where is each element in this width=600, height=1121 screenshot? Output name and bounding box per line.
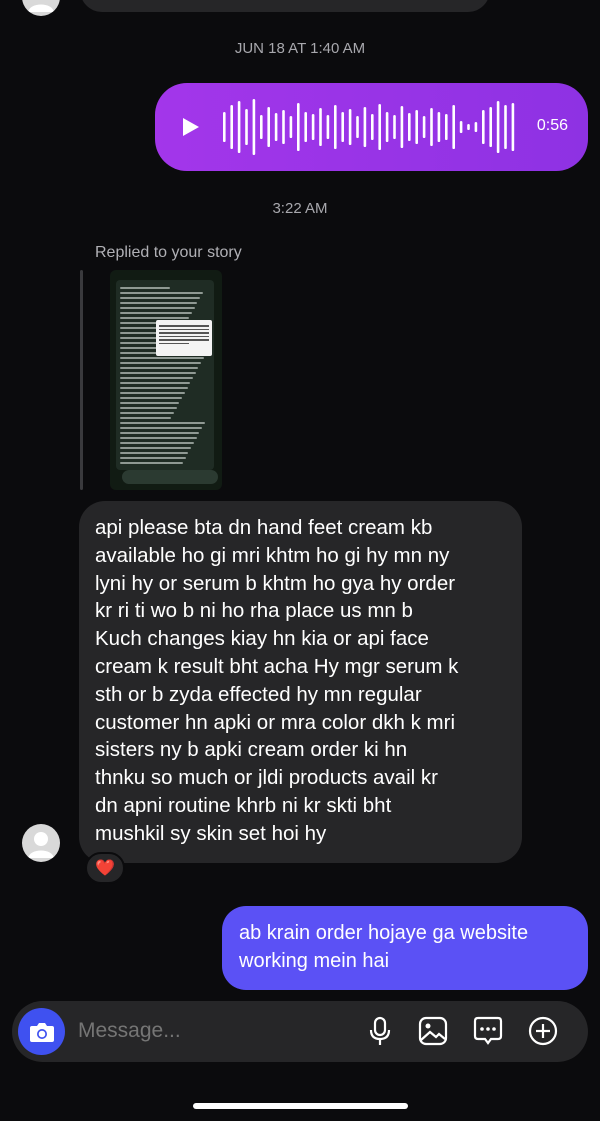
sticker-icon[interactable] bbox=[472, 1015, 504, 1047]
story-reply-bar bbox=[122, 470, 218, 484]
story-reply-label: Replied to your story bbox=[95, 244, 242, 261]
message-line: sth or b zyda effected hy mn regular bbox=[95, 682, 422, 706]
message-line: available ho gi mri khtm ho gi hy mn ny bbox=[95, 543, 450, 567]
message-input[interactable] bbox=[78, 1019, 338, 1043]
story-sticker bbox=[156, 320, 212, 356]
thread-timestamp: JUN 18 AT 1:40 AM bbox=[234, 40, 366, 57]
camera-button[interactable] bbox=[18, 1008, 65, 1055]
message-line: api please bta dn hand feet cream kb bbox=[95, 516, 433, 539]
voice-duration: 0:56 bbox=[536, 117, 568, 134]
message-line: lyni hy or serum b khtm ho gya hy order bbox=[95, 571, 456, 595]
thread-timestamp: 3:22 AM bbox=[272, 200, 328, 217]
story-thumbnail[interactable] bbox=[110, 270, 222, 490]
reply-indicator-line bbox=[80, 270, 83, 490]
message-line: sisters ny b apki cream order ki hn bbox=[95, 738, 408, 762]
incoming-message-bubble[interactable]: api please bta dn hand feet cream kb avai… bbox=[79, 501, 522, 863]
message-line: Kuch changes kiay hn kia or api face bbox=[95, 627, 429, 651]
message-composer bbox=[12, 1001, 588, 1062]
previous-message-bubble[interactable] bbox=[80, 0, 490, 12]
play-icon[interactable] bbox=[179, 116, 201, 138]
message-line: kr ri ti wo b ni ho rha place us mn b bbox=[95, 599, 413, 623]
plus-icon[interactable] bbox=[527, 1015, 559, 1047]
message-line: customer hn apki or mra color dkh k mri bbox=[95, 710, 456, 734]
home-indicator[interactable] bbox=[193, 1103, 408, 1109]
outgoing-message-bubble[interactable]: ab krain order hojaye ga website working… bbox=[222, 906, 588, 990]
microphone-icon[interactable] bbox=[364, 1015, 396, 1047]
voice-message-bubble[interactable]: 0:56 bbox=[155, 83, 588, 171]
gallery-icon[interactable] bbox=[417, 1015, 449, 1047]
avatar[interactable] bbox=[22, 824, 60, 862]
story-screenshot bbox=[116, 280, 214, 470]
waveform-icon bbox=[223, 99, 515, 155]
message-line: cream k result bht acha Hy mgr serum k bbox=[95, 654, 459, 678]
message-line: dn apni routine khrb ni kr skti bht bbox=[95, 793, 392, 817]
message-line: thnku so much or jldi products avail kr bbox=[95, 766, 438, 790]
avatar[interactable] bbox=[22, 0, 60, 16]
message-line: mushkil sy skin set hoi hy bbox=[95, 821, 327, 845]
heart-reaction[interactable]: ❤️ bbox=[85, 852, 125, 884]
camera-icon bbox=[29, 1022, 54, 1042]
